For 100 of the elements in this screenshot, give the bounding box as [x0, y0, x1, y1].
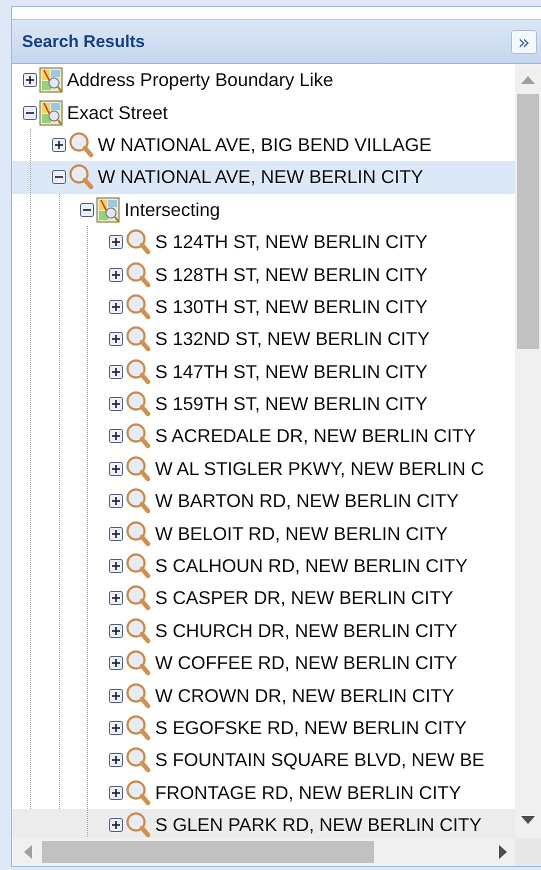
expand-toggle[interactable] — [109, 235, 124, 250]
tree-item-label: W CROWN DR, NEW BERLIN CITY — [155, 684, 454, 707]
scrollbar-corner — [515, 838, 541, 866]
expand-toggle[interactable] — [109, 818, 124, 832]
tree-item-label: S CHURCH DR, NEW BERLIN CITY — [155, 620, 458, 642]
tree-item-label: S FOUNTAIN SQUARE BLVD, NEW BE — [155, 749, 484, 772]
tree-item-label: W BELOIT RD, NEW BERLIN CITY — [155, 522, 448, 545]
tree-item-label: S 130TH ST, NEW BERLIN CITY — [155, 296, 428, 318]
tree-row[interactable]: S ACREDALE DR, NEW BERLIN CITY — [12, 420, 515, 453]
tree-row[interactable]: S 147TH ST, NEW BERLIN CITY — [12, 356, 515, 388]
scrollbar-thumb[interactable] — [42, 841, 374, 863]
tree-item-label: S 124TH ST, NEW BERLIN CITY — [155, 231, 428, 254]
search-icon — [125, 714, 152, 742]
tree-item-label: S 128TH ST, NEW BERLIN CITY — [155, 264, 428, 286]
collapse-button[interactable]: » — [511, 30, 537, 54]
search-icon — [125, 584, 152, 612]
tree-item-label: W NATIONAL AVE, BIG BEND VILLAGE — [98, 134, 432, 156]
expand-toggle[interactable] — [109, 721, 124, 735]
search-icon — [125, 487, 152, 516]
expand-toggle[interactable] — [109, 526, 124, 541]
tree-item-label: S CALHOUN RD, NEW BERLIN CITY — [155, 555, 468, 578]
tree-item-label: W NATIONAL AVE, NEW BERLIN CITY — [98, 166, 424, 188]
tree-row[interactable]: S CASPER DR, NEW BERLIN CITY — [12, 582, 515, 615]
search-icon — [125, 260, 152, 289]
search-icon — [125, 811, 152, 838]
expand-toggle[interactable] — [109, 429, 124, 444]
tree-row[interactable]: W COFFEE RD, NEW BERLIN CITY — [12, 647, 515, 680]
tree-row[interactable]: W BELOIT RD, NEW BERLIN CITY — [12, 517, 515, 550]
collapse-toggle[interactable] — [23, 106, 37, 120]
tree-row[interactable]: S 128TH ST, NEW BERLIN CITY — [12, 258, 515, 291]
tree-row[interactable]: S 132ND ST, NEW BERLIN CITY — [12, 323, 515, 356]
tree-row[interactable]: S FOUNTAIN SQUARE BLVD, NEW BE — [12, 744, 515, 777]
search-icon — [125, 454, 152, 483]
search-icon — [125, 616, 152, 645]
tree-item-label: S CASPER DR, NEW BERLIN CITY — [155, 587, 454, 610]
search-icon — [125, 422, 152, 450]
horizontal-scrollbar[interactable] — [12, 838, 515, 866]
scroll-right-icon[interactable] — [499, 845, 507, 859]
expand-toggle[interactable] — [109, 397, 124, 412]
tree-item-label: S EGOFSKE RD, NEW BERLIN CITY — [155, 717, 467, 739]
tree-row[interactable]: W BARTON RD, NEW BERLIN CITY — [12, 485, 515, 518]
search-icon — [125, 552, 152, 580]
expand-toggle[interactable] — [109, 300, 124, 314]
tree-row[interactable]: S CALHOUN RD, NEW BERLIN CITY — [12, 550, 515, 582]
tree-row[interactable]: S CHURCH DR, NEW BERLIN CITY — [12, 614, 515, 648]
tree-row[interactable]: S 130TH ST, NEW BERLIN CITY — [12, 290, 515, 324]
tree-row[interactable]: Intersecting — [12, 194, 515, 226]
expand-toggle[interactable] — [109, 786, 124, 800]
search-icon — [125, 358, 152, 386]
expand-toggle[interactable] — [109, 688, 124, 703]
expand-toggle[interactable] — [109, 656, 124, 670]
expand-toggle[interactable] — [109, 591, 124, 606]
tree-item-label: FRONTAGE RD, NEW BERLIN CITY — [155, 782, 462, 804]
tree-item-label: W COFFEE RD, NEW BERLIN CITY — [155, 652, 458, 674]
collapse-toggle[interactable] — [52, 170, 66, 184]
search-icon — [125, 325, 152, 354]
panel-title: Search Results — [22, 32, 145, 52]
expand-toggle[interactable] — [109, 364, 124, 379]
expand-toggle[interactable] — [23, 73, 37, 88]
tree-item-label: W BARTON RD, NEW BERLIN CITY — [155, 490, 459, 512]
tree-item-label: Exact Street — [67, 102, 168, 124]
tree-row[interactable]: W CROWN DR, NEW BERLIN CITY — [12, 679, 515, 712]
tree-row[interactable]: W NATIONAL AVE, BIG BEND VILLAGE — [12, 128, 515, 162]
tree-row[interactable]: Exact Street — [12, 96, 515, 129]
search-icon — [125, 228, 152, 256]
expand-toggle[interactable] — [109, 462, 124, 476]
tree-row[interactable]: Address Property Boundary Like — [12, 64, 515, 96]
tree-item-label: S 159TH ST, NEW BERLIN CITY — [155, 393, 428, 416]
tree-row[interactable]: S GLEN PARK RD, NEW BERLIN CITY — [12, 808, 515, 838]
tree-item-label: S 132ND ST, NEW BERLIN CITY — [155, 328, 430, 350]
expand-toggle[interactable] — [109, 494, 124, 508]
tree-item-label: S GLEN PARK RD, NEW BERLIN CITY — [155, 814, 482, 836]
search-icon — [125, 649, 152, 678]
search-icon — [125, 292, 152, 321]
expand-toggle[interactable] — [109, 559, 124, 574]
expand-toggle[interactable] — [52, 138, 66, 152]
search-icon — [125, 520, 152, 548]
tree-item-label: S 147TH ST, NEW BERLIN CITY — [155, 360, 428, 383]
tree-item-label: Address Property Boundary Like — [67, 69, 334, 92]
vertical-scrollbar[interactable] — [515, 64, 541, 838]
map-layer-icon — [39, 100, 63, 126]
expand-toggle[interactable] — [109, 332, 124, 346]
tree-item-label: Intersecting — [124, 198, 220, 221]
expand-toggle[interactable] — [109, 753, 124, 768]
expand-toggle[interactable] — [109, 624, 124, 638]
tree-row[interactable]: W NATIONAL AVE, NEW BERLIN CITY — [12, 161, 515, 194]
expand-toggle[interactable] — [109, 268, 124, 282]
scroll-down-icon[interactable] — [521, 816, 535, 824]
scrollbar-thumb[interactable] — [517, 94, 539, 349]
tree-row[interactable]: W AL STIGLER PKWY, NEW BERLIN C — [12, 452, 515, 486]
tree-row[interactable]: S 159TH ST, NEW BERLIN CITY — [12, 388, 515, 420]
search-icon — [125, 390, 152, 418]
tree-item-label: W AL STIGLER PKWY, NEW BERLIN C — [155, 458, 484, 480]
tree-row[interactable]: FRONTAGE RD, NEW BERLIN CITY — [12, 776, 515, 809]
tree-row[interactable]: S EGOFSKE RD, NEW BERLIN CITY — [12, 712, 515, 744]
search-icon — [125, 682, 152, 710]
search-icon — [68, 163, 94, 192]
tree-row[interactable]: S 124TH ST, NEW BERLIN CITY — [12, 226, 515, 258]
search-icon — [68, 130, 94, 159]
collapse-toggle[interactable] — [80, 202, 94, 217]
